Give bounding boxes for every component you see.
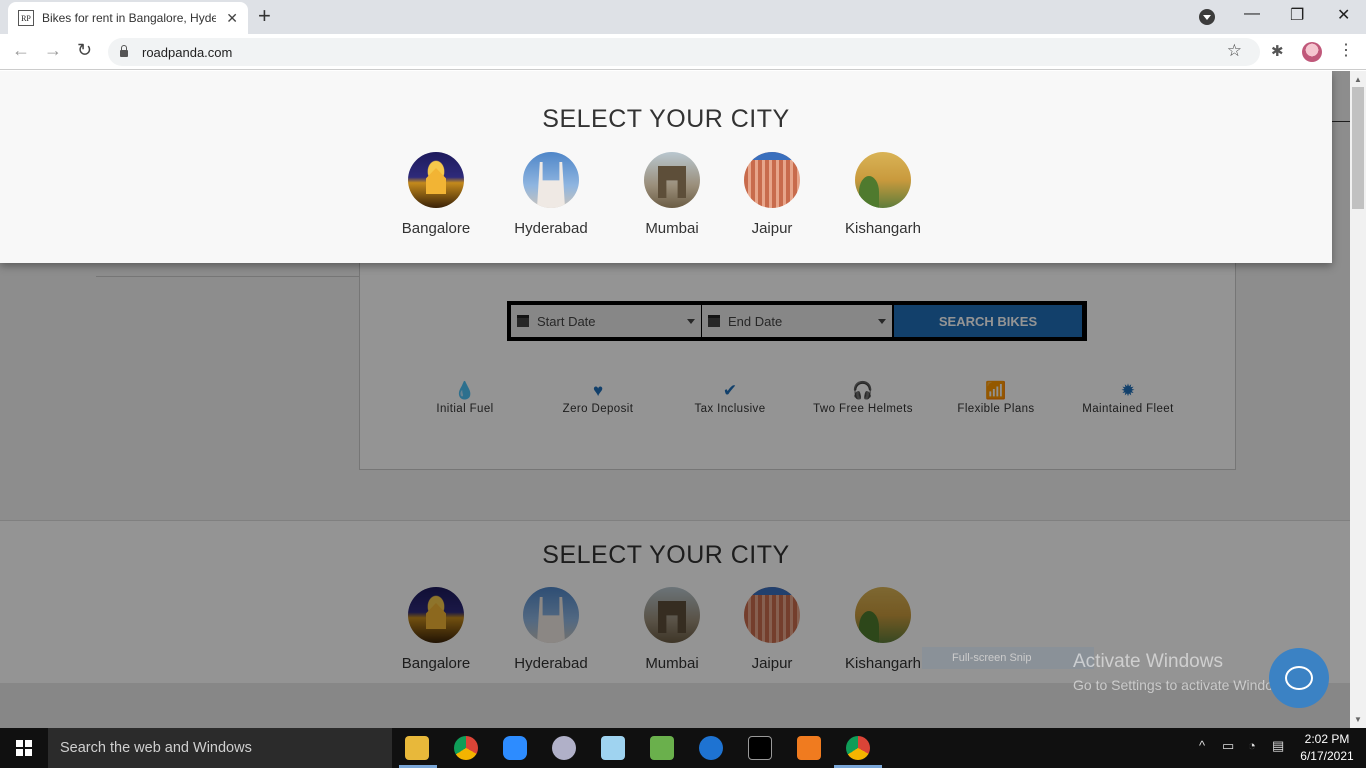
url-text: roadpanda.com	[142, 44, 233, 60]
city-image	[855, 152, 911, 208]
clock-date: 6/17/2021	[1300, 749, 1354, 763]
edge-icon[interactable]	[699, 736, 723, 760]
zoom-icon[interactable]	[503, 736, 527, 760]
city-image	[523, 152, 579, 208]
chrome-profile-icon[interactable]	[846, 736, 870, 760]
modal-city-jaipur[interactable]: Jaipur	[712, 152, 832, 237]
modal-city-bangalore[interactable]: Bangalore	[376, 152, 496, 237]
clock-time: 2:02 PM	[1304, 732, 1350, 746]
bookmark-star-icon[interactable]: ☆	[1227, 41, 1242, 61]
restore-button[interactable]: ❐	[1290, 5, 1304, 25]
tab-search-icon[interactable]	[1199, 9, 1215, 25]
windows-taskbar: Search the web and Windows ^ ▭ ◔ ▤ 2:02 …	[0, 728, 1366, 768]
browser-tab[interactable]: RP Bikes for rent in Bangalore, Hyde ✕	[8, 2, 248, 34]
snip-label: Full-screen Snip	[922, 647, 1094, 669]
chrome-icon[interactable]	[454, 736, 478, 760]
close-window-button[interactable]: ✕	[1337, 5, 1350, 25]
city-image	[744, 152, 800, 208]
page-viewport: Start Date End Date SEARCH BIKES 💧 Initi…	[0, 71, 1350, 728]
extensions-icon[interactable]: ✱	[1271, 42, 1284, 60]
windows-logo-icon	[16, 740, 32, 756]
city-label: Bangalore	[401, 220, 471, 237]
close-tab-icon[interactable]: ✕	[226, 10, 238, 27]
lock-icon	[120, 45, 128, 57]
tab-title: Bikes for rent in Bangalore, Hyde	[41, 11, 217, 25]
browser-menu-icon[interactable]: ⋮	[1338, 40, 1354, 60]
activate-subtitle: Go to Settings to activate Windows.	[1073, 677, 1294, 693]
page-scrollbar[interactable]: ▲ ▼	[1350, 71, 1366, 728]
spreadsheet-icon[interactable]	[650, 736, 674, 760]
roadpanda-favicon: RP	[18, 10, 34, 26]
paint-icon[interactable]	[552, 736, 576, 760]
address-bar[interactable]: roadpanda.com ☆	[108, 38, 1260, 66]
xampp-icon[interactable]	[797, 736, 821, 760]
taskbar-clock[interactable]: 2:02 PM 6/17/2021	[1300, 731, 1354, 765]
tray-chevron-icon[interactable]: ^	[1199, 738, 1205, 753]
profile-avatar[interactable]	[1302, 42, 1322, 62]
new-tab-button[interactable]: +	[258, 5, 271, 27]
city-label: Jaipur	[751, 220, 793, 237]
city-image	[408, 152, 464, 208]
chat-button[interactable]	[1269, 648, 1329, 708]
notifications-icon[interactable]: ▤	[1272, 738, 1284, 754]
notes-icon[interactable]	[601, 736, 625, 760]
city-image	[644, 152, 700, 208]
forward-button[interactable]: →	[44, 40, 62, 61]
battery-icon[interactable]: ▭	[1222, 738, 1234, 754]
minimize-button[interactable]: —	[1244, 5, 1260, 23]
reload-button[interactable]: ↻	[77, 40, 92, 61]
activate-windows-watermark: Activate Windows Go to Settings to activ…	[1073, 651, 1294, 693]
modal-city-hyderabad[interactable]: Hyderabad	[491, 152, 611, 237]
browser-tab-strip: RP Bikes for rent in Bangalore, Hyde ✕ +…	[0, 0, 1366, 34]
city-label: Hyderabad	[514, 220, 588, 237]
start-button[interactable]	[0, 728, 48, 768]
wifi-icon[interactable]: ◔	[1248, 738, 1256, 753]
scroll-down-arrow-icon[interactable]: ▼	[1354, 715, 1362, 724]
chat-icon	[1285, 666, 1313, 690]
terminal-icon[interactable]	[748, 736, 772, 760]
browser-toolbar: ← → ↻ roadpanda.com ☆	[0, 34, 1366, 70]
scrollbar-thumb[interactable]	[1352, 87, 1364, 209]
scroll-up-arrow-icon[interactable]: ▲	[1354, 75, 1362, 84]
back-button[interactable]: ←	[12, 40, 30, 61]
city-select-modal: SELECT YOUR CITY Bangalore Hyderabad Mum…	[0, 71, 1332, 263]
file-explorer-icon[interactable]	[405, 736, 429, 760]
modal-city-kishangarh[interactable]: Kishangarh	[823, 152, 943, 237]
city-label: Kishangarh	[845, 220, 921, 237]
activate-title: Activate Windows	[1073, 651, 1223, 672]
taskbar-search-box[interactable]: Search the web and Windows	[48, 728, 392, 768]
modal-title: SELECT YOUR CITY	[542, 105, 790, 133]
